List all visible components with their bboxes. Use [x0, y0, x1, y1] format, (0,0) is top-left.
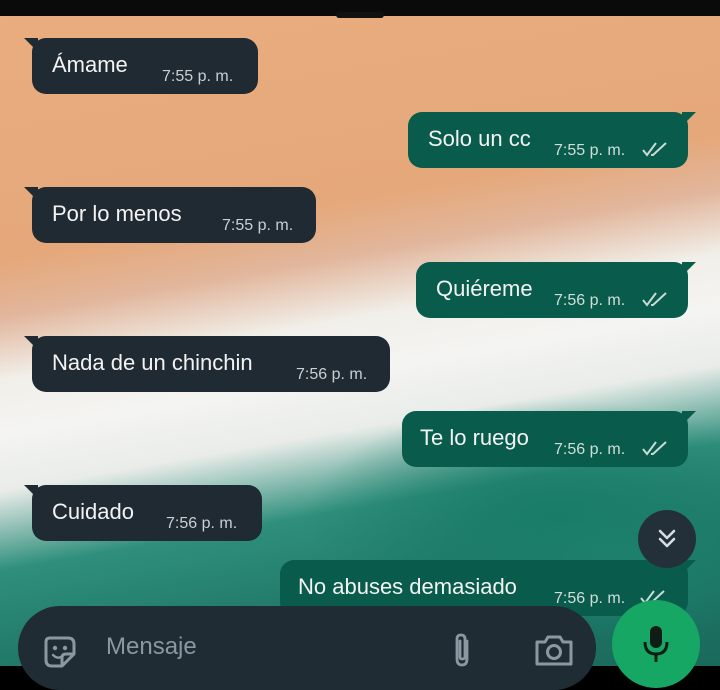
message-time: 7:55 p. m.	[162, 68, 234, 85]
message-composer[interactable]: Mensaje	[18, 606, 596, 690]
paperclip-icon	[455, 633, 469, 667]
double-check-icon	[642, 441, 667, 456]
message-time: 7:56 p. m.	[296, 366, 368, 383]
message-incoming[interactable]: Cuidado 7:56 p. m.	[24, 485, 262, 541]
message-text: Te lo ruego	[420, 425, 529, 450]
message-text: Por lo menos	[52, 201, 182, 226]
bubble-tail	[24, 336, 38, 350]
double-chevron-down-icon	[658, 529, 676, 548]
camera-button[interactable]	[526, 626, 582, 674]
message-outgoing[interactable]: Quiéreme 7:56 p. m.	[416, 262, 696, 318]
message-time: 7:55 p. m.	[222, 217, 294, 234]
message-incoming[interactable]: Nada de un chinchin 7:56 p. m.	[24, 336, 390, 392]
double-check-icon	[642, 292, 667, 307]
voice-message-button[interactable]	[612, 600, 700, 688]
message-text: Ámame	[52, 52, 128, 77]
message-time: 7:56 p. m.	[554, 441, 626, 458]
bubble-tail	[682, 411, 696, 425]
message-incoming[interactable]: Por lo menos 7:55 p. m.	[24, 187, 316, 243]
message-time: 7:55 p. m.	[554, 142, 626, 159]
double-check-icon	[642, 142, 667, 157]
scroll-to-bottom-button[interactable]	[638, 510, 696, 568]
message-outgoing[interactable]: Solo un cc 7:55 p. m.	[408, 112, 696, 168]
message-text: Quiéreme	[436, 276, 533, 301]
bubble-tail	[24, 38, 38, 52]
message-time: 7:56 p. m.	[554, 590, 626, 607]
bubble-tail	[24, 485, 38, 499]
bubble-tail	[682, 262, 696, 276]
sticker-icon	[44, 636, 76, 668]
message-time: 7:56 p. m.	[554, 292, 626, 309]
message-incoming[interactable]: Ámame 7:55 p. m.	[24, 38, 258, 94]
camera-notch	[336, 12, 384, 18]
bubble-tail	[24, 187, 38, 201]
attach-button[interactable]	[442, 626, 482, 674]
camera-icon	[535, 635, 573, 666]
emoji-button[interactable]	[38, 630, 82, 674]
message-text: Nada de un chinchin	[52, 350, 253, 375]
message-text: Cuidado	[52, 499, 134, 524]
mic-icon	[643, 626, 669, 662]
bubble-tail	[682, 112, 696, 126]
status-bar	[0, 0, 720, 18]
message-outgoing[interactable]: Te lo ruego 7:56 p. m.	[402, 411, 696, 467]
message-time: 7:56 p. m.	[166, 515, 238, 532]
message-text: No abuses demasiado	[298, 574, 517, 599]
message-input[interactable]: Mensaje	[106, 633, 197, 661]
message-text: Solo un cc	[428, 126, 531, 151]
